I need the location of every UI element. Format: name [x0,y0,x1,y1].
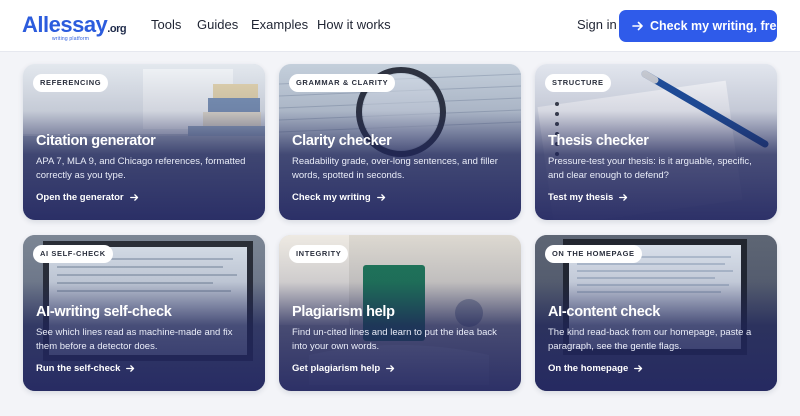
card-title: Plagiarism help [292,304,395,320]
card-description: APA 7, MLA 9, and Chicago references, fo… [36,156,246,181]
card-link[interactable]: On the homepage [548,363,643,374]
card-badge: AI SELF-CHECK [33,245,113,263]
cta-label: Check my writing, free [650,19,784,33]
card-title: AI-writing self-check [36,304,172,320]
site-logo[interactable]: Allessay.org writing platform [22,12,132,42]
card-badge: STRUCTURE [545,74,611,92]
arrow-right-icon [386,365,395,372]
card-description: Find un-cited lines and learn to put the… [292,327,497,352]
card-badge: INTEGRITY [289,245,349,263]
arrow-right-icon [619,194,628,201]
card-title: AI-content check [548,304,661,320]
sign-in-link[interactable]: Sign in [577,17,617,32]
check-my-writing-button[interactable]: Check my writing, free [619,10,783,42]
nav-examples[interactable]: Examples [251,17,308,32]
logo-tld: .org [107,23,127,35]
card-citation-generator[interactable]: REFERENCING Citation generator APA 7, ML… [23,64,265,220]
card-plagiarism-help[interactable]: INTEGRITY Plagiarism help Find un-cited … [279,235,521,391]
card-badge: REFERENCING [33,74,109,92]
nav-how-it-works[interactable]: How it works [317,17,391,32]
logo-tagline: writing platform [52,36,90,42]
card-description: Readability grade, over-long sentences, … [292,156,498,181]
card-ai-content-check[interactable]: ON THE HOMEPAGE AI-content check The kin… [535,235,777,391]
card-badge: ON THE HOMEPAGE [545,245,642,263]
arrow-right-icon [126,365,135,372]
nav-tools[interactable]: Tools [151,17,181,32]
nav-guides[interactable]: Guides [197,17,238,32]
card-clarity-checker[interactable]: GRAMMAR & CLARITY Clarity checker Readab… [279,64,521,220]
card-link[interactable]: Run the self-check [36,363,135,374]
card-title: Clarity checker [292,133,392,149]
card-description: Pressure-test your thesis: is it arguabl… [548,156,752,181]
card-ai-writing-self-check[interactable]: AI SELF-CHECK AI-writing self-check See … [23,235,265,391]
card-link[interactable]: Open the generator [36,192,139,203]
card-description: See which lines read as machine-made and… [36,327,233,352]
card-title: Thesis checker [548,133,649,149]
card-description: The kind read-back from our homepage, pa… [548,327,752,352]
arrow-right-icon [376,194,385,201]
card-link[interactable]: Check my writing [292,192,386,203]
logo-wordmark: Allessay.org [22,12,127,37]
arrow-right-icon [129,194,138,201]
card-link[interactable]: Test my thesis [548,192,628,203]
card-link[interactable]: Get plagiarism help [292,363,395,374]
arrow-right-icon [634,365,643,372]
arrow-right-icon [632,21,643,31]
site-header: Allessay.org writing platform Tools Guid… [0,0,800,52]
card-badge: GRAMMAR & CLARITY [289,74,396,92]
card-thesis-checker[interactable]: STRUCTURE Thesis checker Pressure-test y… [535,64,777,220]
card-title: Citation generator [36,133,156,149]
